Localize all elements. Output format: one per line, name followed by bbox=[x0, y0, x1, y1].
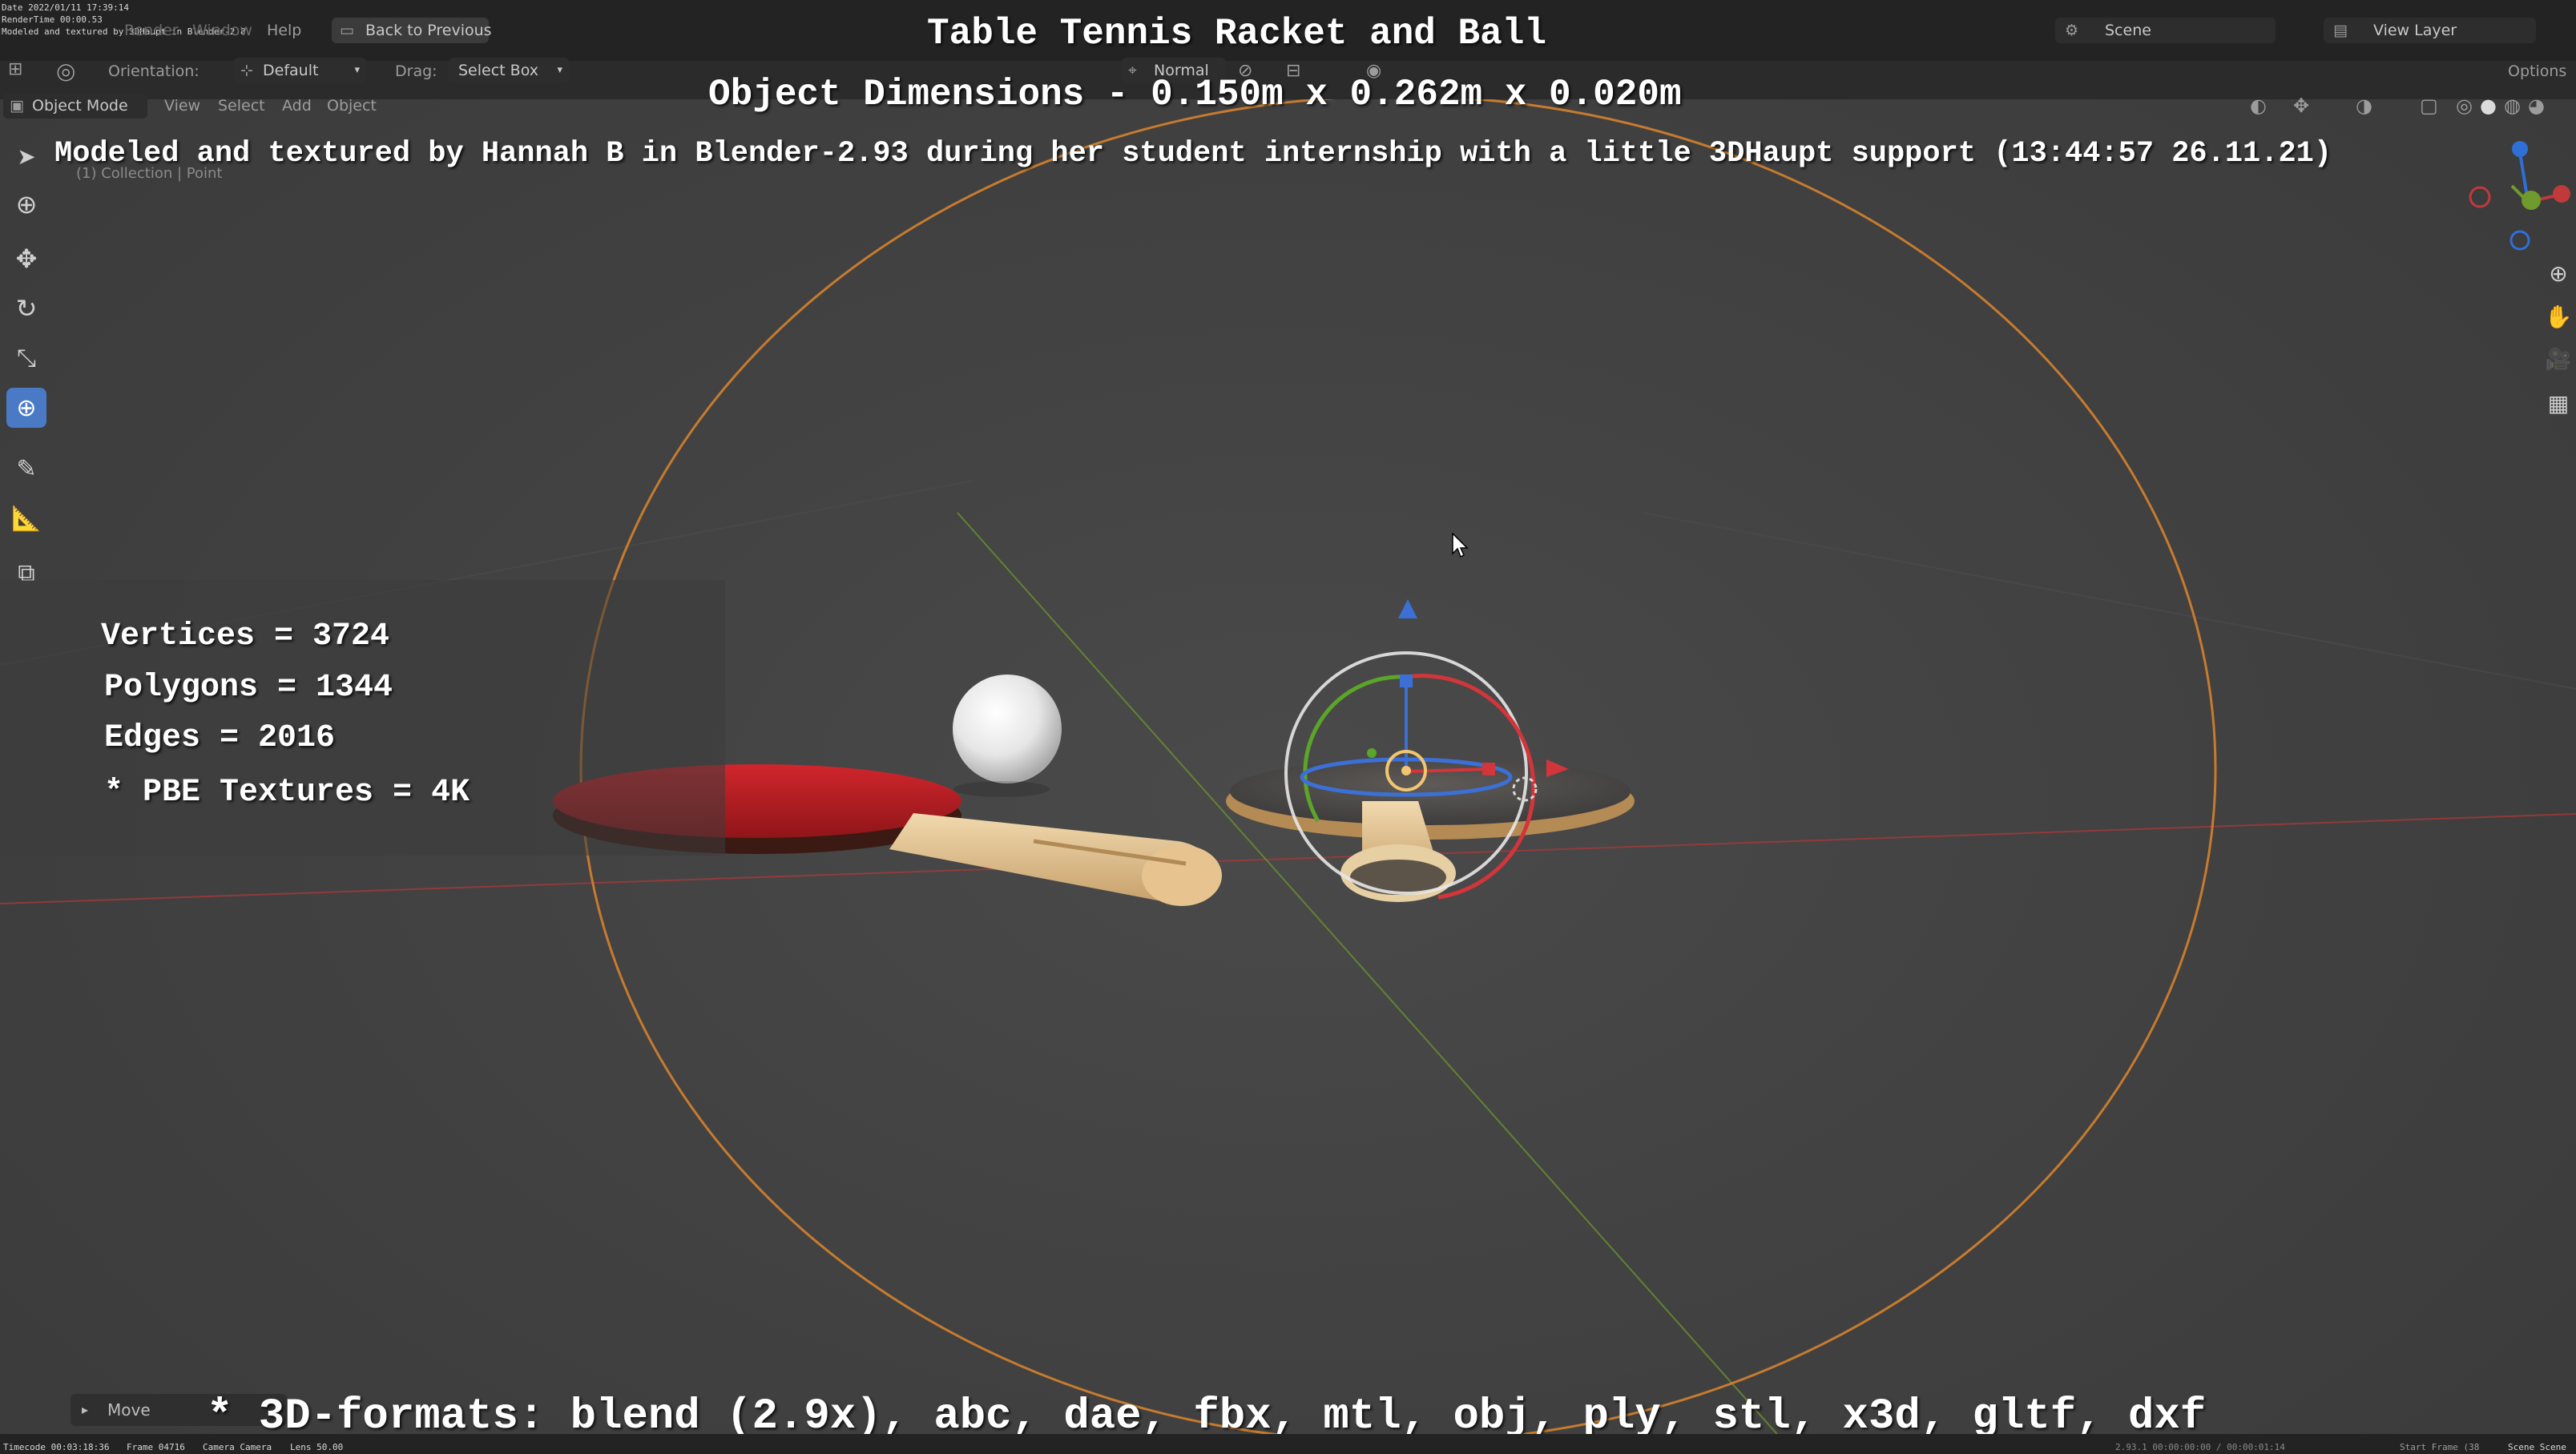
transform-icon: ⊕ bbox=[16, 393, 37, 422]
camera-icon: 🎥 bbox=[2545, 348, 2572, 372]
mouse-cursor-icon bbox=[1452, 533, 1469, 558]
visibility-icon[interactable]: ◐ bbox=[2250, 95, 2267, 117]
orientation-dropdown[interactable]: ⊹ Default ▾ bbox=[234, 58, 366, 83]
cursor-arrow-icon: ➤ bbox=[17, 143, 36, 170]
rendered-shading-icon[interactable]: ◕ bbox=[2528, 95, 2545, 117]
render-time-stamp: RenderTime 00:00.53 bbox=[2, 14, 103, 25]
expand-arrow-icon: ▸ bbox=[82, 1402, 89, 1417]
menu-window[interactable]: Window bbox=[192, 22, 252, 39]
timecode-stamp: Timecode 00:03:18:36 bbox=[3, 1442, 110, 1452]
view-layer-label: View Layer bbox=[2373, 22, 2457, 39]
menu-object[interactable]: Object bbox=[327, 97, 377, 115]
object-mode-icon: ▣ bbox=[10, 97, 24, 115]
polygons-stat: Polygons = 1344 bbox=[104, 670, 393, 706]
solid-shading-icon[interactable]: ● bbox=[2480, 95, 2497, 117]
annotate-tool-button[interactable]: ✎ bbox=[6, 449, 46, 489]
camera-stamp: Camera Camera bbox=[203, 1442, 272, 1452]
render-date-stamp: Date 2022/01/11 17:39:14 bbox=[2, 2, 129, 13]
mode-value: Object Mode bbox=[32, 97, 128, 115]
start-frame: Start Frame (38 bbox=[2400, 1442, 2480, 1452]
rotate-icon: ↻ bbox=[15, 293, 38, 324]
transform-tool-icon[interactable]: ◎ bbox=[56, 58, 75, 84]
measure-tool-button[interactable]: 📐 bbox=[6, 498, 46, 538]
menu-help[interactable]: Help bbox=[267, 22, 301, 39]
grid-line bbox=[1642, 512, 2576, 690]
3d-viewport[interactable]: Date 2022/01/11 17:39:14 RenderTime 00:0… bbox=[0, 0, 2576, 1454]
orientation-label: Orientation: bbox=[108, 62, 200, 80]
lens-stamp: Lens 50.00 bbox=[290, 1442, 344, 1452]
scale-icon: ⤡ bbox=[17, 344, 36, 373]
menu-render[interactable]: Render bbox=[124, 22, 179, 39]
camera-view-button[interactable]: 🎥 bbox=[2542, 343, 2575, 377]
select-tool-button[interactable]: ➤ bbox=[6, 136, 46, 176]
tool-settings-icon[interactable]: ⊞ bbox=[8, 59, 22, 79]
pencil-icon: ✎ bbox=[16, 454, 37, 483]
grid-icon: ▦ bbox=[2547, 389, 2570, 417]
y-axis-line bbox=[957, 512, 1796, 1454]
scale-tool-button[interactable]: ⤡ bbox=[6, 338, 46, 378]
rotate-tool-button[interactable]: ↻ bbox=[6, 288, 46, 328]
view-layer-selector[interactable]: ▤ View Layer bbox=[2324, 18, 2536, 43]
video-title: Table Tennis Racket and Ball bbox=[927, 13, 1546, 54]
cursor-tool-button[interactable]: ⊕ bbox=[6, 184, 46, 224]
drag-dropdown[interactable]: Select Box ▾ bbox=[449, 58, 569, 83]
scene-stamp: Scene Scene bbox=[2508, 1442, 2566, 1452]
menu-select[interactable]: Select bbox=[218, 97, 265, 115]
chevron-down-icon: ▾ bbox=[557, 64, 562, 76]
hand-icon: ✋ bbox=[2544, 303, 2573, 330]
zoom-button[interactable]: ⊕ bbox=[2542, 256, 2575, 290]
object-dimensions: Object Dimensions - 0.150m x 0.262m x 0.… bbox=[708, 74, 1682, 115]
material-shading-icon[interactable]: ◍ bbox=[2504, 95, 2521, 117]
move-icon: ✥ bbox=[15, 244, 38, 274]
wireframe-shading-icon[interactable]: ◎ bbox=[2456, 95, 2473, 117]
credit-line: Modeled and textured by Hannah B in Blen… bbox=[54, 137, 2332, 171]
menu-add[interactable]: Add bbox=[282, 97, 312, 115]
drag-label: Drag: bbox=[395, 62, 437, 80]
perspective-toggle-button[interactable]: ▦ bbox=[2542, 386, 2575, 420]
scene-icon: ⚙ bbox=[2065, 22, 2079, 39]
orientation-value: Default bbox=[263, 62, 319, 79]
ruler-icon: 📐 bbox=[11, 504, 42, 533]
back-icon: ▭ bbox=[340, 22, 354, 39]
overlays-icon[interactable]: ◑ bbox=[2356, 95, 2372, 117]
move-tool-button[interactable]: ✥ bbox=[6, 239, 46, 279]
back-to-previous-label: Back to Previous bbox=[365, 22, 492, 39]
scene-label: Scene bbox=[2105, 22, 2151, 39]
transform-tool-button[interactable]: ⊕ bbox=[6, 388, 46, 428]
drag-value: Select Box bbox=[458, 62, 538, 79]
back-to-previous-button[interactable]: ▭ Back to Previous bbox=[332, 18, 492, 43]
vertices-stat: Vertices = 3724 bbox=[101, 618, 390, 655]
navigation-gizmo bbox=[2469, 141, 2570, 251]
left-toolbar: ➤ ⊕ ✥ ↻ ⤡ ⊕ ✎ 📐 ⧉ bbox=[3, 136, 48, 601]
orientation-icon: ⊹ bbox=[240, 62, 253, 79]
edges-stat: Edges = 2016 bbox=[104, 720, 336, 756]
ball bbox=[953, 675, 1062, 783]
gizmo-toggle-icon[interactable]: ✥ bbox=[2293, 95, 2309, 117]
pan-button[interactable]: ✋ bbox=[2542, 300, 2575, 333]
textures-stat: * PBE Textures = 4K bbox=[104, 775, 470, 811]
view-layer-icon: ▤ bbox=[2333, 22, 2348, 39]
xray-icon[interactable]: ▢ bbox=[2420, 95, 2438, 117]
mode-dropdown[interactable]: ▣ Object Mode bbox=[3, 93, 147, 119]
crosshair-icon: ⊕ bbox=[15, 189, 38, 220]
options-menu[interactable]: Options bbox=[2508, 62, 2566, 80]
version-time: 2.93.1 00:00:00:00 / 00:00:01:14 bbox=[2115, 1442, 2285, 1452]
menu-view[interactable]: View bbox=[164, 97, 200, 115]
zoom-icon: ⊕ bbox=[2549, 260, 2568, 287]
scene-selector[interactable]: ⚙ Scene bbox=[2055, 18, 2276, 43]
last-operator-label: Move bbox=[107, 1400, 151, 1420]
chevron-down-icon: ▾ bbox=[354, 64, 360, 76]
frame-stamp: Frame 04716 bbox=[127, 1442, 185, 1452]
